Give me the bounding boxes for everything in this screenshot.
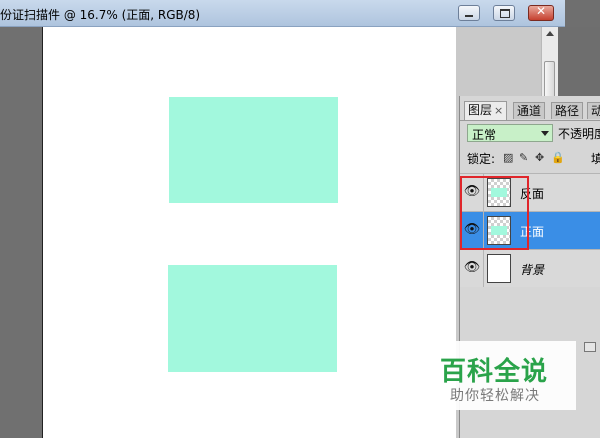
tab-layers[interactable]: 图层 × [464,101,508,120]
layer-name: 背景 [520,263,545,277]
maximize-button[interactable] [493,5,515,21]
lock-all-icon[interactable]: 🔒 [551,151,565,164]
tab-paths[interactable]: 路径 [551,102,584,119]
tab-close-icon[interactable]: × [494,104,503,117]
document-title: 份证扫描件 @ 16.7% (正面, RGB/8) [0,8,201,22]
panel-menu-button[interactable] [584,342,596,352]
watermark: 百科全说 助你轻松解决 [424,341,576,410]
document-titlebar[interactable]: 份证扫描件 @ 16.7% (正面, RGB/8) ✕ [0,0,565,27]
tab-actions[interactable]: 动 [587,102,600,119]
eye-icon[interactable]: 👁 [463,221,481,239]
lock-row: 锁定: ▨ ✎ ✥ 🔒 填充 [467,150,600,166]
lock-image-pixels-icon[interactable]: ✎ [519,151,528,164]
tab-paths-label: 路径 [555,104,580,118]
thumbnail-card-preview [491,188,507,197]
layer-row-front[interactable]: 👁 正面 [460,211,600,249]
document-canvas[interactable] [42,27,457,438]
eye-icon[interactable]: 👁 [463,259,481,277]
panel-tabs: 图层 × 通道 路径 动 [460,100,600,121]
minimize-button[interactable] [458,5,480,21]
lock-position-icon[interactable]: ✥ [535,151,544,164]
thumbnail-card-preview [491,226,507,235]
lock-label: 锁定: [467,152,496,166]
layer-thumbnail [487,216,511,245]
window-frame-left [0,27,42,438]
close-button[interactable]: ✕ [528,4,554,21]
id-card-back-layer [168,265,337,372]
tab-actions-label: 动 [591,104,600,118]
chevron-down-icon [541,131,549,136]
layer-visibility-cell[interactable]: 👁 [460,174,484,211]
layer-name: 反面 [520,187,545,201]
tab-layers-label: 图层 [468,103,493,117]
layer-visibility-cell[interactable]: 👁 [460,212,484,249]
watermark-title: 百科全说 [440,357,549,387]
layer-name: 正面 [520,225,545,239]
scroll-up-icon[interactable] [546,31,554,36]
layer-thumbnail [487,254,511,283]
lock-transparent-pixels-icon[interactable]: ▨ [503,151,513,164]
tab-channels-label: 通道 [517,104,542,118]
blend-mode-value: 正常 [472,128,497,142]
opacity-label: 不透明度 [558,127,600,141]
fill-label: 填充 [591,152,600,166]
watermark-subtitle: 助你轻松解决 [450,388,540,404]
close-icon: ✕ [535,4,547,18]
id-card-front-layer [169,97,338,203]
tab-channels[interactable]: 通道 [513,102,546,119]
blend-mode-select[interactable]: 正常 [467,124,553,142]
eye-icon[interactable]: 👁 [463,183,481,201]
layer-visibility-cell[interactable]: 👁 [460,250,484,287]
layer-row-back[interactable]: 👁 反面 [460,173,600,211]
layer-thumbnail [487,178,511,207]
layer-row-background[interactable]: 👁 背景 [460,249,600,287]
